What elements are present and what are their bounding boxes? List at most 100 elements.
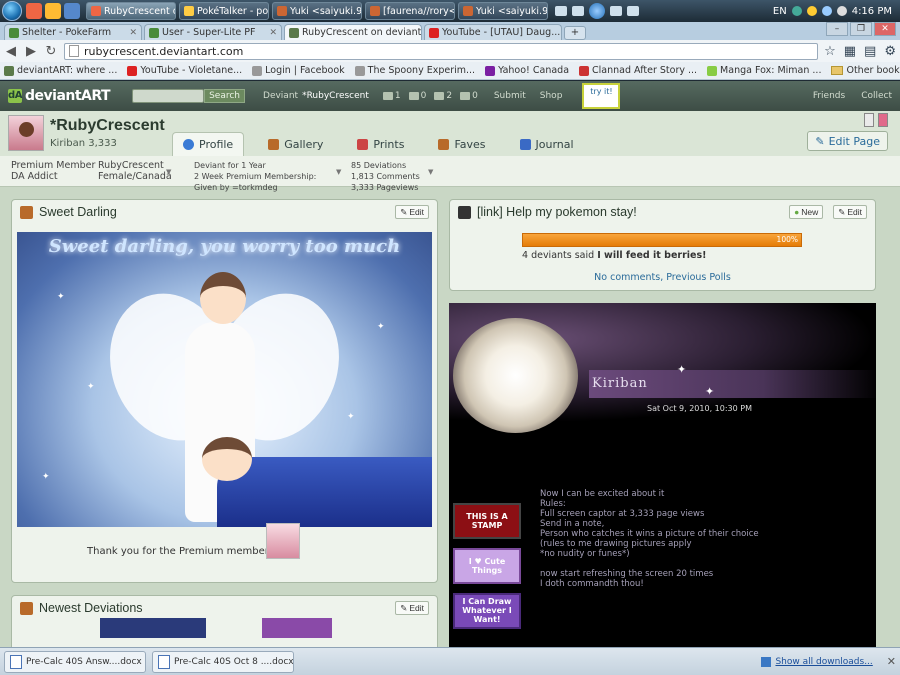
- bookmark-item[interactable]: deviantART: where ...: [4, 65, 117, 76]
- search-button[interactable]: Search: [204, 89, 246, 103]
- back-icon[interactable]: ◀: [4, 44, 18, 59]
- translate-icon[interactable]: ▦: [844, 44, 856, 59]
- deviation-thumbnail[interactable]: [100, 618, 206, 638]
- chrome-icon[interactable]: [26, 3, 42, 19]
- friends-menu[interactable]: Friends: [813, 91, 845, 101]
- taskbar-window-1[interactable]: PokéTalker - po...: [179, 2, 269, 20]
- journal-title[interactable]: Kiriban: [592, 376, 648, 391]
- info-icon: [183, 139, 194, 150]
- edit-button[interactable]: ✎ Edit: [833, 205, 867, 219]
- tab-prints[interactable]: Prints: [347, 132, 414, 156]
- play-icon[interactable]: [589, 3, 605, 19]
- chrome-icon: [91, 6, 101, 16]
- new-tab-button[interactable]: +: [564, 26, 586, 40]
- tray-icon[interactable]: [791, 6, 802, 16]
- star-icon[interactable]: ☆: [824, 44, 836, 59]
- edit-button[interactable]: ✎ Edit: [395, 205, 429, 219]
- profile-username[interactable]: *RubyCrescent: [50, 117, 165, 135]
- close-icon[interactable]: ✕: [887, 655, 896, 668]
- media-player-icon[interactable]: [45, 3, 61, 19]
- bookmark-item[interactable]: Manga Fox: Miman ...: [707, 65, 821, 76]
- taskbar-window-4[interactable]: Yuki <saiyuki.93....: [458, 2, 548, 20]
- language-indicator[interactable]: EN: [773, 6, 787, 17]
- shop-menu[interactable]: Shop: [540, 91, 563, 101]
- word-document-icon: [10, 654, 22, 669]
- profile-info-bar: Premium Member DA Addict RubyCrescent Fema…: [0, 156, 900, 192]
- caret-down-icon[interactable]: ▼: [336, 168, 341, 176]
- clock[interactable]: 4:16 PM: [852, 6, 892, 17]
- bookmark-item[interactable]: The Spoony Experim...: [354, 65, 475, 76]
- notes-count[interactable]: 0: [460, 91, 478, 101]
- show-all-downloads-link[interactable]: Show all downloads...: [761, 656, 873, 667]
- other-bookmarks[interactable]: Other bookmarks: [831, 65, 900, 76]
- user-menu[interactable]: Deviant *RubyCrescent: [263, 91, 369, 101]
- panel-header: [link] Help my pokemon stay! ● New ✎ Edit: [450, 200, 875, 224]
- previous-polls-link[interactable]: Previous Polls: [666, 272, 731, 283]
- edit-button[interactable]: ✎ Edit: [395, 601, 429, 615]
- mangafox-icon: [707, 65, 718, 76]
- try-it-badge[interactable]: try it!: [582, 83, 621, 109]
- tab-journal[interactable]: Journal: [510, 132, 584, 156]
- speaker-icon[interactable]: [836, 6, 847, 16]
- next-icon[interactable]: [610, 6, 622, 16]
- deviation-thumbnail[interactable]: [262, 618, 332, 638]
- desktop-icon[interactable]: [64, 3, 80, 19]
- bookmark-item[interactable]: Clannad After Story ...: [579, 65, 697, 76]
- download-item[interactable]: Pre-Calc 40S Oct 8 ....docx▼: [152, 650, 294, 673]
- toolbar-right: ☆ ▦ ▤ ⚙: [824, 44, 896, 59]
- maximize-icon[interactable]: ❐: [850, 22, 872, 36]
- stamp[interactable]: I Can Draw Whatever I Want!: [453, 593, 521, 629]
- featured-artwork[interactable]: ✦ ✦ ✦ ✦ ✦ Sweet darling, you worry too m…: [17, 232, 432, 527]
- panel-header: Newest Deviations ✎ Edit: [12, 596, 437, 620]
- taskbar-window-0[interactable]: RubyCrescent o...: [86, 2, 176, 20]
- caret-down-icon[interactable]: ▼: [428, 168, 433, 176]
- previous-icon[interactable]: [572, 6, 584, 16]
- avatar[interactable]: [8, 115, 44, 151]
- submit-menu[interactable]: Submit: [494, 91, 526, 101]
- tab-youtube[interactable]: YouTube - [UTAU] Daug...✕: [424, 24, 562, 40]
- search-input[interactable]: [132, 89, 205, 103]
- close-window-icon[interactable]: ✕: [874, 22, 896, 36]
- reload-icon[interactable]: ↻: [44, 44, 58, 59]
- download-item[interactable]: Pre-Calc 40S Answ....docx▼: [4, 650, 146, 673]
- tab-gallery[interactable]: Gallery: [258, 132, 333, 156]
- address-bar[interactable]: rubycrescent.deviantart.com: [64, 42, 819, 60]
- start-orb-icon[interactable]: [2, 1, 22, 21]
- stop-icon[interactable]: [555, 6, 567, 16]
- taskbar-window-3[interactable]: [faurena//rory<...: [365, 2, 455, 20]
- tab-faves[interactable]: Faves: [428, 132, 495, 156]
- forward-icon[interactable]: ▶: [24, 44, 38, 59]
- deviantart-logo[interactable]: dA deviantART: [8, 88, 111, 104]
- comments-count[interactable]: 2: [434, 91, 452, 101]
- tab-deviantart[interactable]: RubyCrescent on deviant...✕: [284, 24, 422, 40]
- gift-icon[interactable]: [878, 113, 888, 127]
- stamp[interactable]: THIS IS A STAMP: [453, 503, 521, 539]
- wrench-icon[interactable]: ⚙: [884, 44, 896, 59]
- bookmark-item[interactable]: Login | Facebook: [252, 65, 345, 76]
- tab-shelter[interactable]: Shelter - PokeFarm ✕: [4, 24, 142, 40]
- caret-down-icon[interactable]: ▼: [166, 168, 171, 176]
- gift-icon[interactable]: [864, 113, 874, 127]
- network-icon[interactable]: [821, 6, 832, 16]
- collect-menu[interactable]: Collect: [861, 91, 892, 101]
- tab-super-lite[interactable]: User - Super-Lite PF ✕: [144, 24, 282, 40]
- close-icon[interactable]: ✕: [129, 28, 137, 38]
- close-icon[interactable]: ✕: [269, 28, 277, 38]
- page-menu-icon[interactable]: ▤: [864, 44, 876, 59]
- watch-count[interactable]: 0: [408, 91, 426, 101]
- stamp[interactable]: I ♥ Cute Things: [453, 548, 521, 584]
- volume-icon[interactable]: [627, 6, 639, 16]
- no-comments-link[interactable]: No comments: [594, 272, 660, 283]
- notifications-count[interactable]: 1: [382, 91, 401, 101]
- tray-icon[interactable]: [806, 6, 817, 16]
- taskbar-window-2[interactable]: Yuki <saiyuki.93....: [272, 2, 362, 20]
- deviantart-icon: [4, 65, 14, 76]
- bookmark-item[interactable]: YouTube - Violetane...: [127, 65, 242, 76]
- edit-page-button[interactable]: ✎ Edit Page: [807, 131, 888, 151]
- gallery-icon: [20, 601, 33, 615]
- bookmark-item[interactable]: Yahoo! Canada: [485, 65, 569, 76]
- avatar-thumbnail[interactable]: [266, 523, 300, 559]
- tab-profile[interactable]: Profile: [172, 132, 245, 156]
- minimize-icon[interactable]: –: [826, 22, 848, 36]
- new-button[interactable]: ● New: [789, 205, 824, 219]
